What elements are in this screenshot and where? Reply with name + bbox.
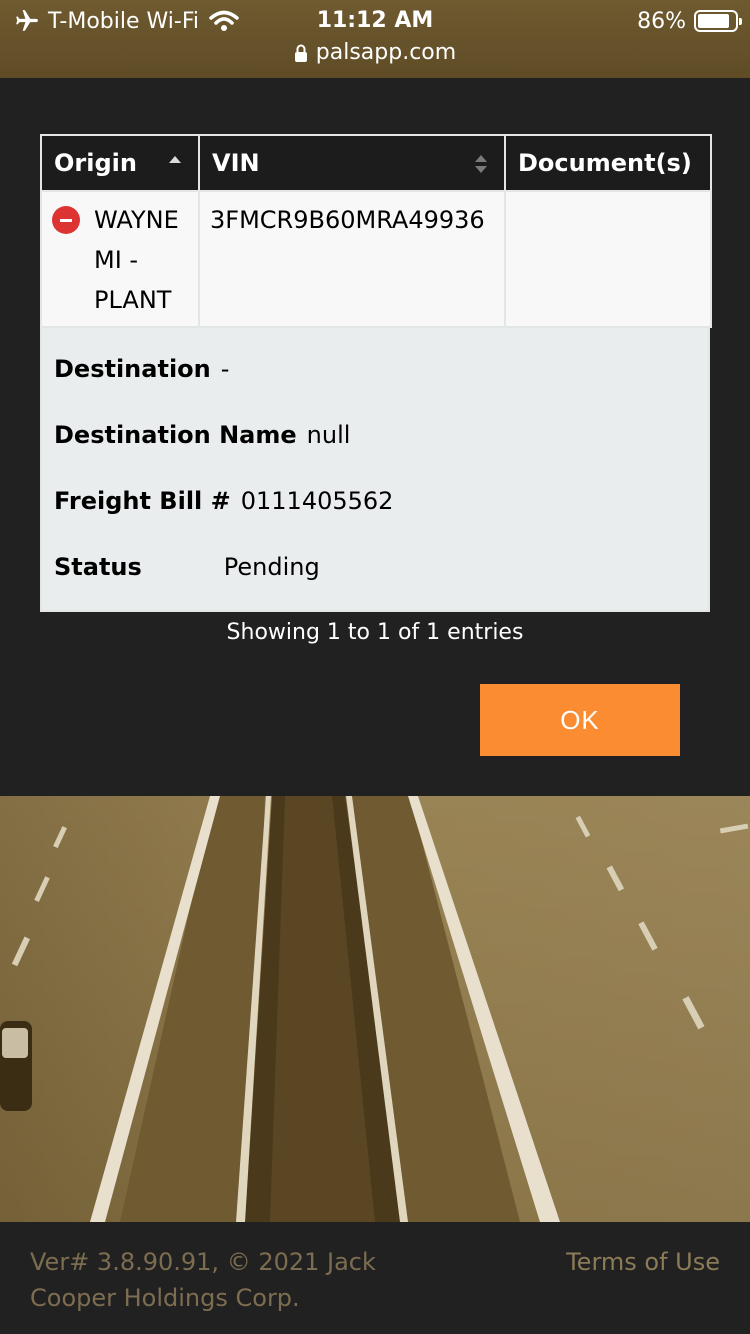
vin-cell: 3FMCR9B60MRA49936 (198, 190, 506, 328)
version-copyright: Ver# 3.8.90.91, © 2021 Jack Cooper Holdi… (30, 1248, 376, 1312)
url-text: palsapp.com (315, 40, 457, 65)
documents-cell (504, 190, 712, 328)
battery-percent: 86% (637, 8, 686, 34)
destination-name-label: Destination Name (54, 421, 297, 449)
table-header-row: Origin VIN Document(s) (40, 134, 712, 192)
destination-label: Destination (54, 355, 211, 383)
freight-bill-row: Freight Bill # 0111405562 (54, 468, 696, 534)
url-bar[interactable]: palsapp.com (0, 40, 750, 65)
column-header-label: Origin (54, 149, 137, 177)
origin-value: WAYNE MI - PLANT (94, 206, 179, 314)
destination-name-row: Destination Name null (54, 402, 696, 468)
freight-bill-value: 0111405562 (240, 487, 394, 515)
footer: Ver# 3.8.90.91, © 2021 Jack Cooper Holdi… (0, 1222, 750, 1334)
ok-button[interactable]: OK (480, 684, 680, 756)
results-table: Origin VIN Document(s) WAYNE MI - PLANT … (40, 134, 712, 612)
status-bar: T-Mobile Wi-Fi 11:12 AM 86% palsapp.com (0, 0, 750, 78)
table-row: WAYNE MI - PLANT 3FMCR9B60MRA49936 (40, 190, 712, 328)
collapse-row-icon[interactable] (52, 206, 80, 234)
battery-group: 86% (637, 6, 742, 36)
column-header-label: Document(s) (518, 149, 692, 177)
destination-row: Destination - (54, 336, 696, 402)
table-info: Showing 1 to 1 of 1 entries (226, 620, 524, 645)
lock-icon (294, 44, 307, 62)
destination-name-value: null (306, 421, 351, 449)
status-row: Status Pending (54, 534, 696, 600)
sort-ascending-icon[interactable] (166, 150, 184, 178)
highway-image (0, 796, 750, 1222)
terms-of-use-link[interactable]: Terms of Use (566, 1244, 720, 1280)
battery-icon (694, 10, 742, 32)
column-header-origin[interactable]: Origin (40, 134, 200, 192)
sort-both-icon[interactable] (472, 150, 490, 178)
origin-cell: WAYNE MI - PLANT (40, 190, 200, 328)
row-details: Destination - Destination Name null Frei… (40, 328, 710, 612)
column-header-vin[interactable]: VIN (198, 134, 506, 192)
column-header-documents[interactable]: Document(s) (504, 134, 712, 192)
status-label: Status (54, 553, 142, 581)
destination-value: - (220, 355, 230, 383)
column-header-label: VIN (212, 149, 260, 177)
status-value: Pending (223, 553, 320, 581)
freight-bill-label: Freight Bill # (54, 487, 231, 515)
